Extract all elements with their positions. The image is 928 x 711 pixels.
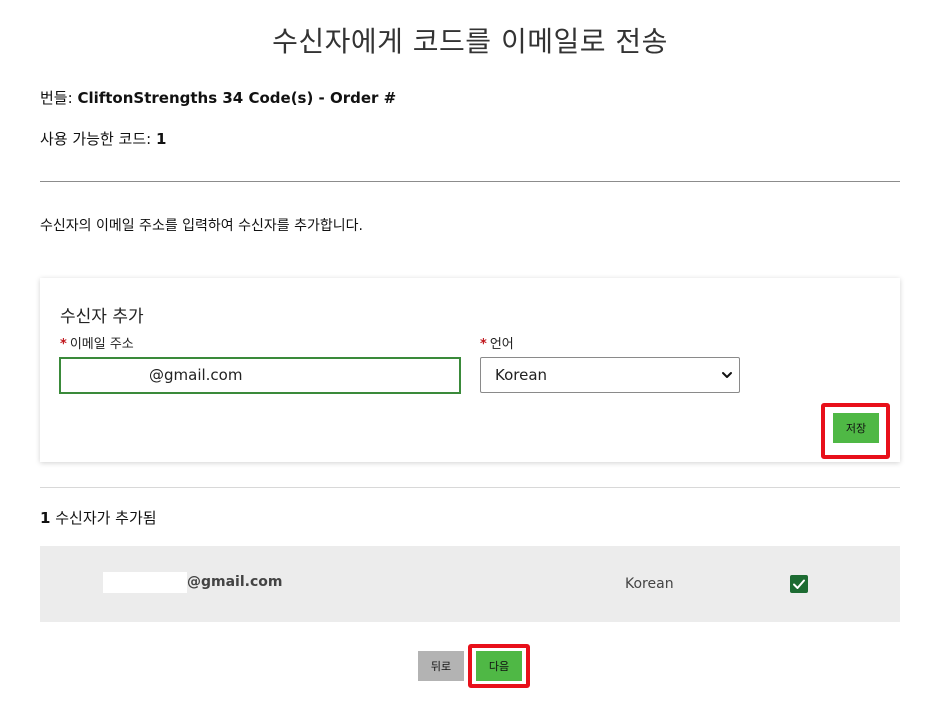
checkmark-icon bbox=[793, 579, 805, 589]
bundle-value: CliftonStrengths 34 Code(s) - Order # bbox=[77, 89, 397, 107]
available-codes-value: 1 bbox=[155, 130, 167, 148]
divider-top bbox=[40, 181, 900, 182]
redacted-block bbox=[103, 572, 187, 593]
bundle-line: 번들: CliftonStrengths 34 Code(s) - Order … bbox=[40, 87, 396, 108]
back-button[interactable]: 뒤로 bbox=[418, 651, 464, 681]
required-marker: * bbox=[480, 337, 487, 352]
add-recipient-title: 수신자 추가 bbox=[60, 307, 144, 327]
save-button[interactable]: 저장 bbox=[833, 413, 879, 443]
available-codes-label: 사용 가능한 코드: bbox=[40, 130, 152, 148]
divider-middle bbox=[40, 487, 900, 488]
added-count-label: 수신자가 추가됨 bbox=[55, 509, 157, 527]
language-select-value: Korean bbox=[495, 366, 548, 384]
bundle-label: 번들: bbox=[40, 89, 73, 107]
language-field-label: * 언어 bbox=[480, 333, 514, 352]
page-title: 수신자에게 코드를 이메일로 전송 bbox=[272, 25, 668, 58]
available-codes-line: 사용 가능한 코드: 1 bbox=[40, 128, 166, 149]
added-count-value: 1 bbox=[40, 509, 51, 527]
email-field-label: * 이메일 주소 bbox=[60, 333, 134, 352]
language-select[interactable]: Korean bbox=[480, 357, 740, 393]
redacted-block bbox=[71, 365, 149, 386]
chevron-down-icon bbox=[722, 372, 732, 378]
next-button[interactable]: 다음 bbox=[476, 651, 522, 681]
instruction-text: 수신자의 이메일 주소를 입력하여 수신자를 추가합니다. bbox=[40, 218, 363, 234]
email-label-text: 이메일 주소 bbox=[69, 337, 134, 352]
required-marker: * bbox=[60, 337, 67, 352]
added-count-line: 1 수신자가 추가됨 bbox=[40, 507, 157, 528]
email-field[interactable]: @gmail.com bbox=[59, 357, 461, 394]
language-label-text: 언어 bbox=[489, 337, 514, 352]
recipient-row: @gmail.com Korean bbox=[40, 546, 900, 622]
recipient-checkbox[interactable] bbox=[790, 575, 808, 593]
add-recipient-card: 수신자 추가 * 이메일 주소 @gmail.com * 언어 Korean 저장 bbox=[40, 278, 900, 462]
recipient-language: Korean bbox=[625, 576, 674, 592]
recipient-email: @gmail.com bbox=[187, 574, 283, 590]
email-field-value: @gmail.com bbox=[149, 366, 243, 384]
